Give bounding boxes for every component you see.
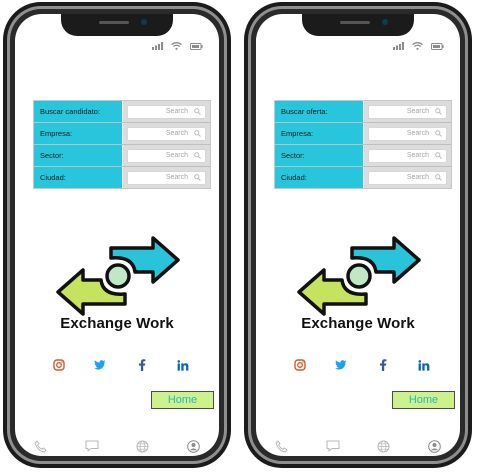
speaker-grille [99, 21, 129, 24]
form-field: Search [123, 123, 210, 144]
search-placeholder: Search [406, 152, 429, 159]
search-icon [435, 174, 442, 181]
form-label: Buscar oferta: [275, 101, 364, 122]
phone-frame-offer: Buscar oferta: Search Empresa: Search Se… [244, 2, 472, 468]
linkedin-icon[interactable] [416, 357, 432, 373]
search-placeholder: Search [165, 130, 188, 137]
status-bar [393, 42, 444, 50]
search-icon [435, 152, 442, 159]
search-placeholder: Search [165, 174, 188, 181]
form-field: Search [364, 145, 451, 166]
search-placeholder: Search [165, 152, 188, 159]
search-placeholder: Search [406, 174, 429, 181]
wifi-icon [412, 42, 423, 50]
exchange-arrows-logo [56, 236, 180, 316]
search-placeholder: Search [406, 108, 429, 115]
bottom-nav [256, 438, 460, 454]
facebook-icon[interactable] [375, 357, 391, 373]
form-label: Empresa: [34, 123, 123, 144]
social-links [292, 357, 432, 373]
phone-frame-candidate: Buscar candidato: Search Empresa: Search [3, 2, 231, 468]
search-icon [435, 108, 442, 115]
bottom-nav [15, 438, 219, 454]
phone-notch [302, 14, 414, 36]
form-row-buscar-candidato: Buscar candidato: Search [34, 101, 210, 123]
twitter-icon[interactable] [333, 357, 349, 373]
search-form: Buscar oferta: Search Empresa: Search Se… [274, 100, 452, 189]
chat-icon[interactable] [84, 438, 100, 454]
front-camera [382, 19, 388, 25]
profile-icon[interactable] [186, 438, 202, 454]
search-icon [194, 152, 201, 159]
search-placeholder: Search [165, 108, 188, 115]
form-label: Ciudad: [34, 167, 123, 188]
form-row-ciudad: Ciudad: Search [34, 167, 210, 188]
form-row-empresa: Empresa: Search [34, 123, 210, 145]
form-label: Buscar candidato: [34, 101, 123, 122]
form-field: Search [123, 167, 210, 188]
form-row-sector: Sector: Search [275, 145, 451, 167]
phone-screen: Buscar oferta: Search Empresa: Search Se… [256, 14, 460, 456]
search-input[interactable]: Search [368, 148, 447, 163]
linkedin-icon[interactable] [175, 357, 191, 373]
social-links [51, 357, 191, 373]
instagram-icon[interactable] [292, 357, 308, 373]
form-row-ciudad: Ciudad: Search [275, 167, 451, 188]
form-field: Search [123, 145, 210, 166]
battery-icon [431, 42, 444, 50]
signal-icon [393, 42, 404, 50]
profile-icon[interactable] [427, 438, 443, 454]
home-button[interactable]: Home [392, 391, 455, 409]
instagram-icon[interactable] [51, 357, 67, 373]
brand-name: Exchange Work [60, 315, 174, 332]
front-camera [141, 19, 147, 25]
search-input[interactable]: Search [127, 126, 206, 141]
search-input[interactable]: Search [368, 126, 447, 141]
phone-icon[interactable] [274, 438, 290, 454]
signal-icon [152, 42, 163, 50]
search-icon [194, 130, 201, 137]
globe-icon[interactable] [135, 438, 151, 454]
form-label: Sector: [34, 145, 123, 166]
search-icon [435, 130, 442, 137]
home-button[interactable]: Home [151, 391, 214, 409]
phone-screen: Buscar candidato: Search Empresa: Search [15, 14, 219, 456]
form-field: Search [364, 101, 451, 122]
battery-icon [190, 42, 203, 50]
facebook-icon[interactable] [134, 357, 150, 373]
form-label: Empresa: [275, 123, 364, 144]
search-icon [194, 108, 201, 115]
chat-icon[interactable] [325, 438, 341, 454]
form-field: Search [123, 101, 210, 122]
form-label: Sector: [275, 145, 364, 166]
wifi-icon [171, 42, 182, 50]
phone-icon[interactable] [33, 438, 49, 454]
form-field: Search [364, 123, 451, 144]
twitter-icon[interactable] [92, 357, 108, 373]
search-form: Buscar candidato: Search Empresa: Search [33, 100, 211, 189]
search-input[interactable]: Search [368, 104, 447, 119]
form-row-sector: Sector: Search [34, 145, 210, 167]
form-label: Ciudad: [275, 167, 364, 188]
status-bar [152, 42, 203, 50]
search-input[interactable]: Search [127, 170, 206, 185]
search-input[interactable]: Search [127, 148, 206, 163]
search-input[interactable]: Search [127, 104, 206, 119]
form-row-buscar-oferta: Buscar oferta: Search [275, 101, 451, 123]
search-input[interactable]: Search [368, 170, 447, 185]
speaker-grille [340, 21, 370, 24]
exchange-arrows-logo [297, 236, 421, 316]
form-row-empresa: Empresa: Search [275, 123, 451, 145]
brand-name: Exchange Work [301, 315, 415, 332]
search-icon [194, 174, 201, 181]
phone-notch [61, 14, 173, 36]
search-placeholder: Search [406, 130, 429, 137]
globe-icon[interactable] [376, 438, 392, 454]
form-field: Search [364, 167, 451, 188]
